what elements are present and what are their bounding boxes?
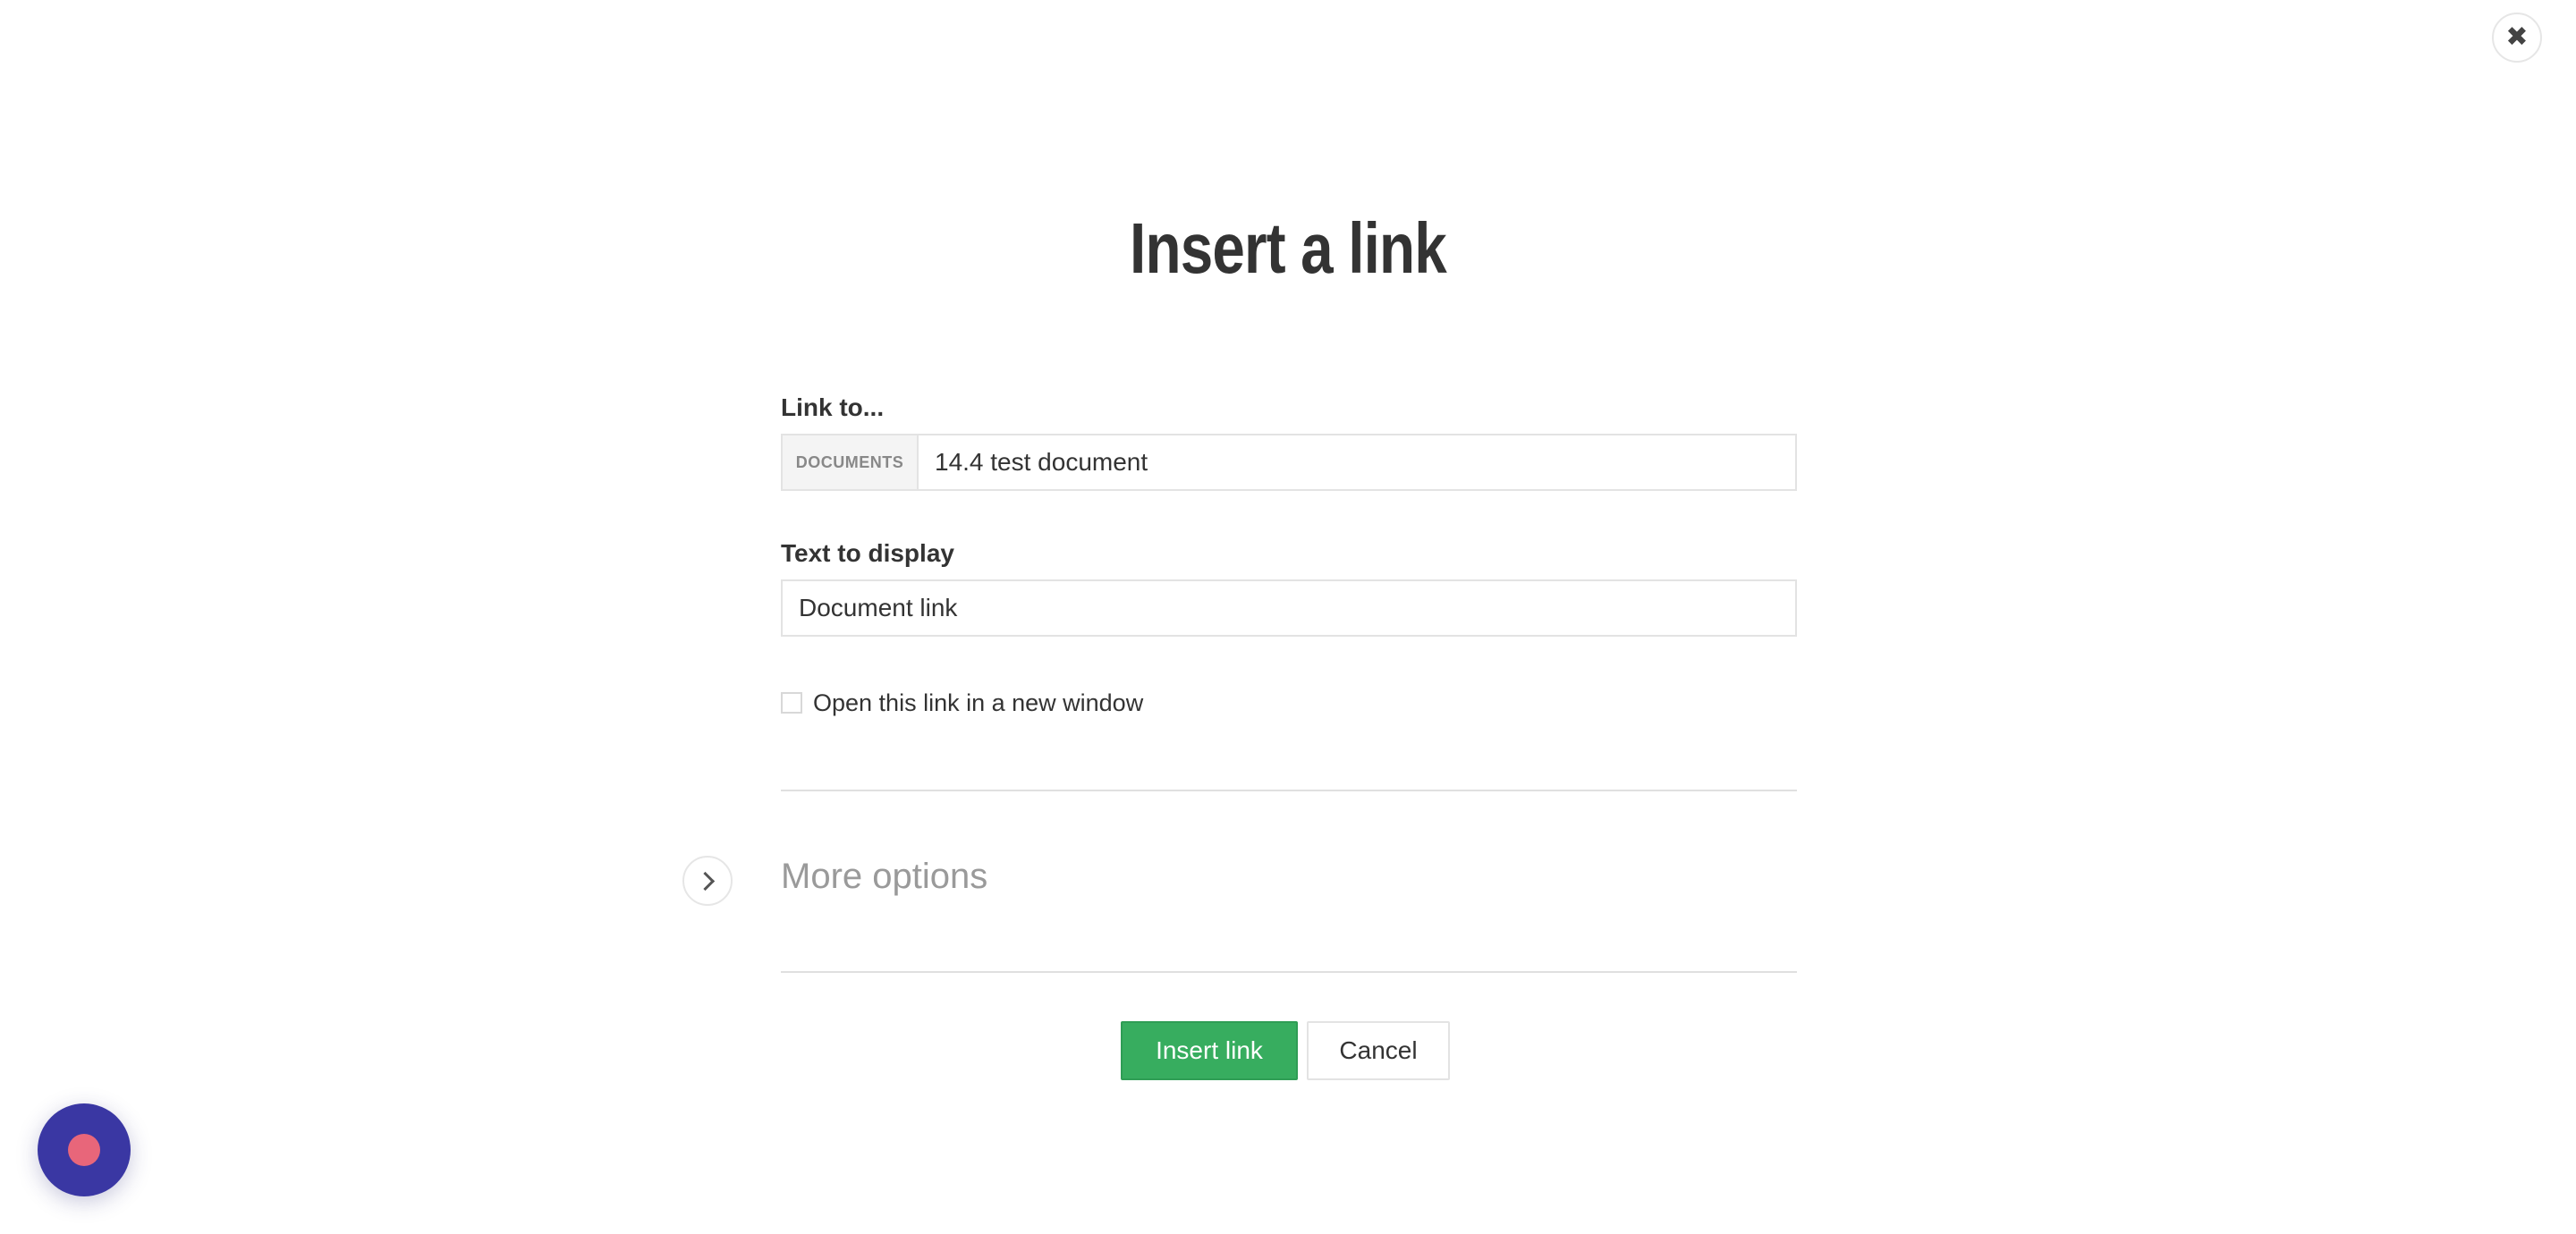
insert-link-dialog: ✖ Insert a link Link to... DOCUMENTS Tex… bbox=[0, 0, 2576, 1234]
close-icon: ✖ bbox=[2505, 22, 2529, 52]
divider bbox=[781, 971, 1797, 973]
text-to-display-field bbox=[781, 579, 1797, 637]
more-options-toggle[interactable] bbox=[682, 856, 733, 906]
close-button[interactable]: ✖ bbox=[2492, 13, 2542, 63]
new-window-checkbox[interactable] bbox=[781, 692, 802, 714]
link-to-label: Link to... bbox=[781, 393, 885, 421]
new-window-option: Open this link in a new window bbox=[781, 687, 1143, 719]
insert-link-button[interactable]: Insert link bbox=[1121, 1021, 1298, 1080]
link-to-field: DOCUMENTS bbox=[781, 434, 1797, 491]
new-window-label[interactable]: Open this link in a new window bbox=[813, 689, 1143, 717]
text-to-display-label: Text to display bbox=[781, 539, 954, 567]
record-button[interactable] bbox=[38, 1103, 131, 1196]
link-type-prefix[interactable]: DOCUMENTS bbox=[783, 435, 919, 489]
more-options-label[interactable]: More options bbox=[781, 857, 987, 897]
cancel-button[interactable]: Cancel bbox=[1307, 1021, 1450, 1080]
chevron-right-icon bbox=[695, 871, 716, 891]
link-to-input[interactable] bbox=[919, 435, 1795, 489]
dialog-actions: Insert link Cancel bbox=[1121, 1021, 1450, 1080]
dialog-title: Insert a link bbox=[1130, 208, 1447, 288]
text-to-display-input[interactable] bbox=[783, 581, 1795, 635]
divider bbox=[781, 790, 1797, 791]
record-icon bbox=[68, 1134, 100, 1166]
